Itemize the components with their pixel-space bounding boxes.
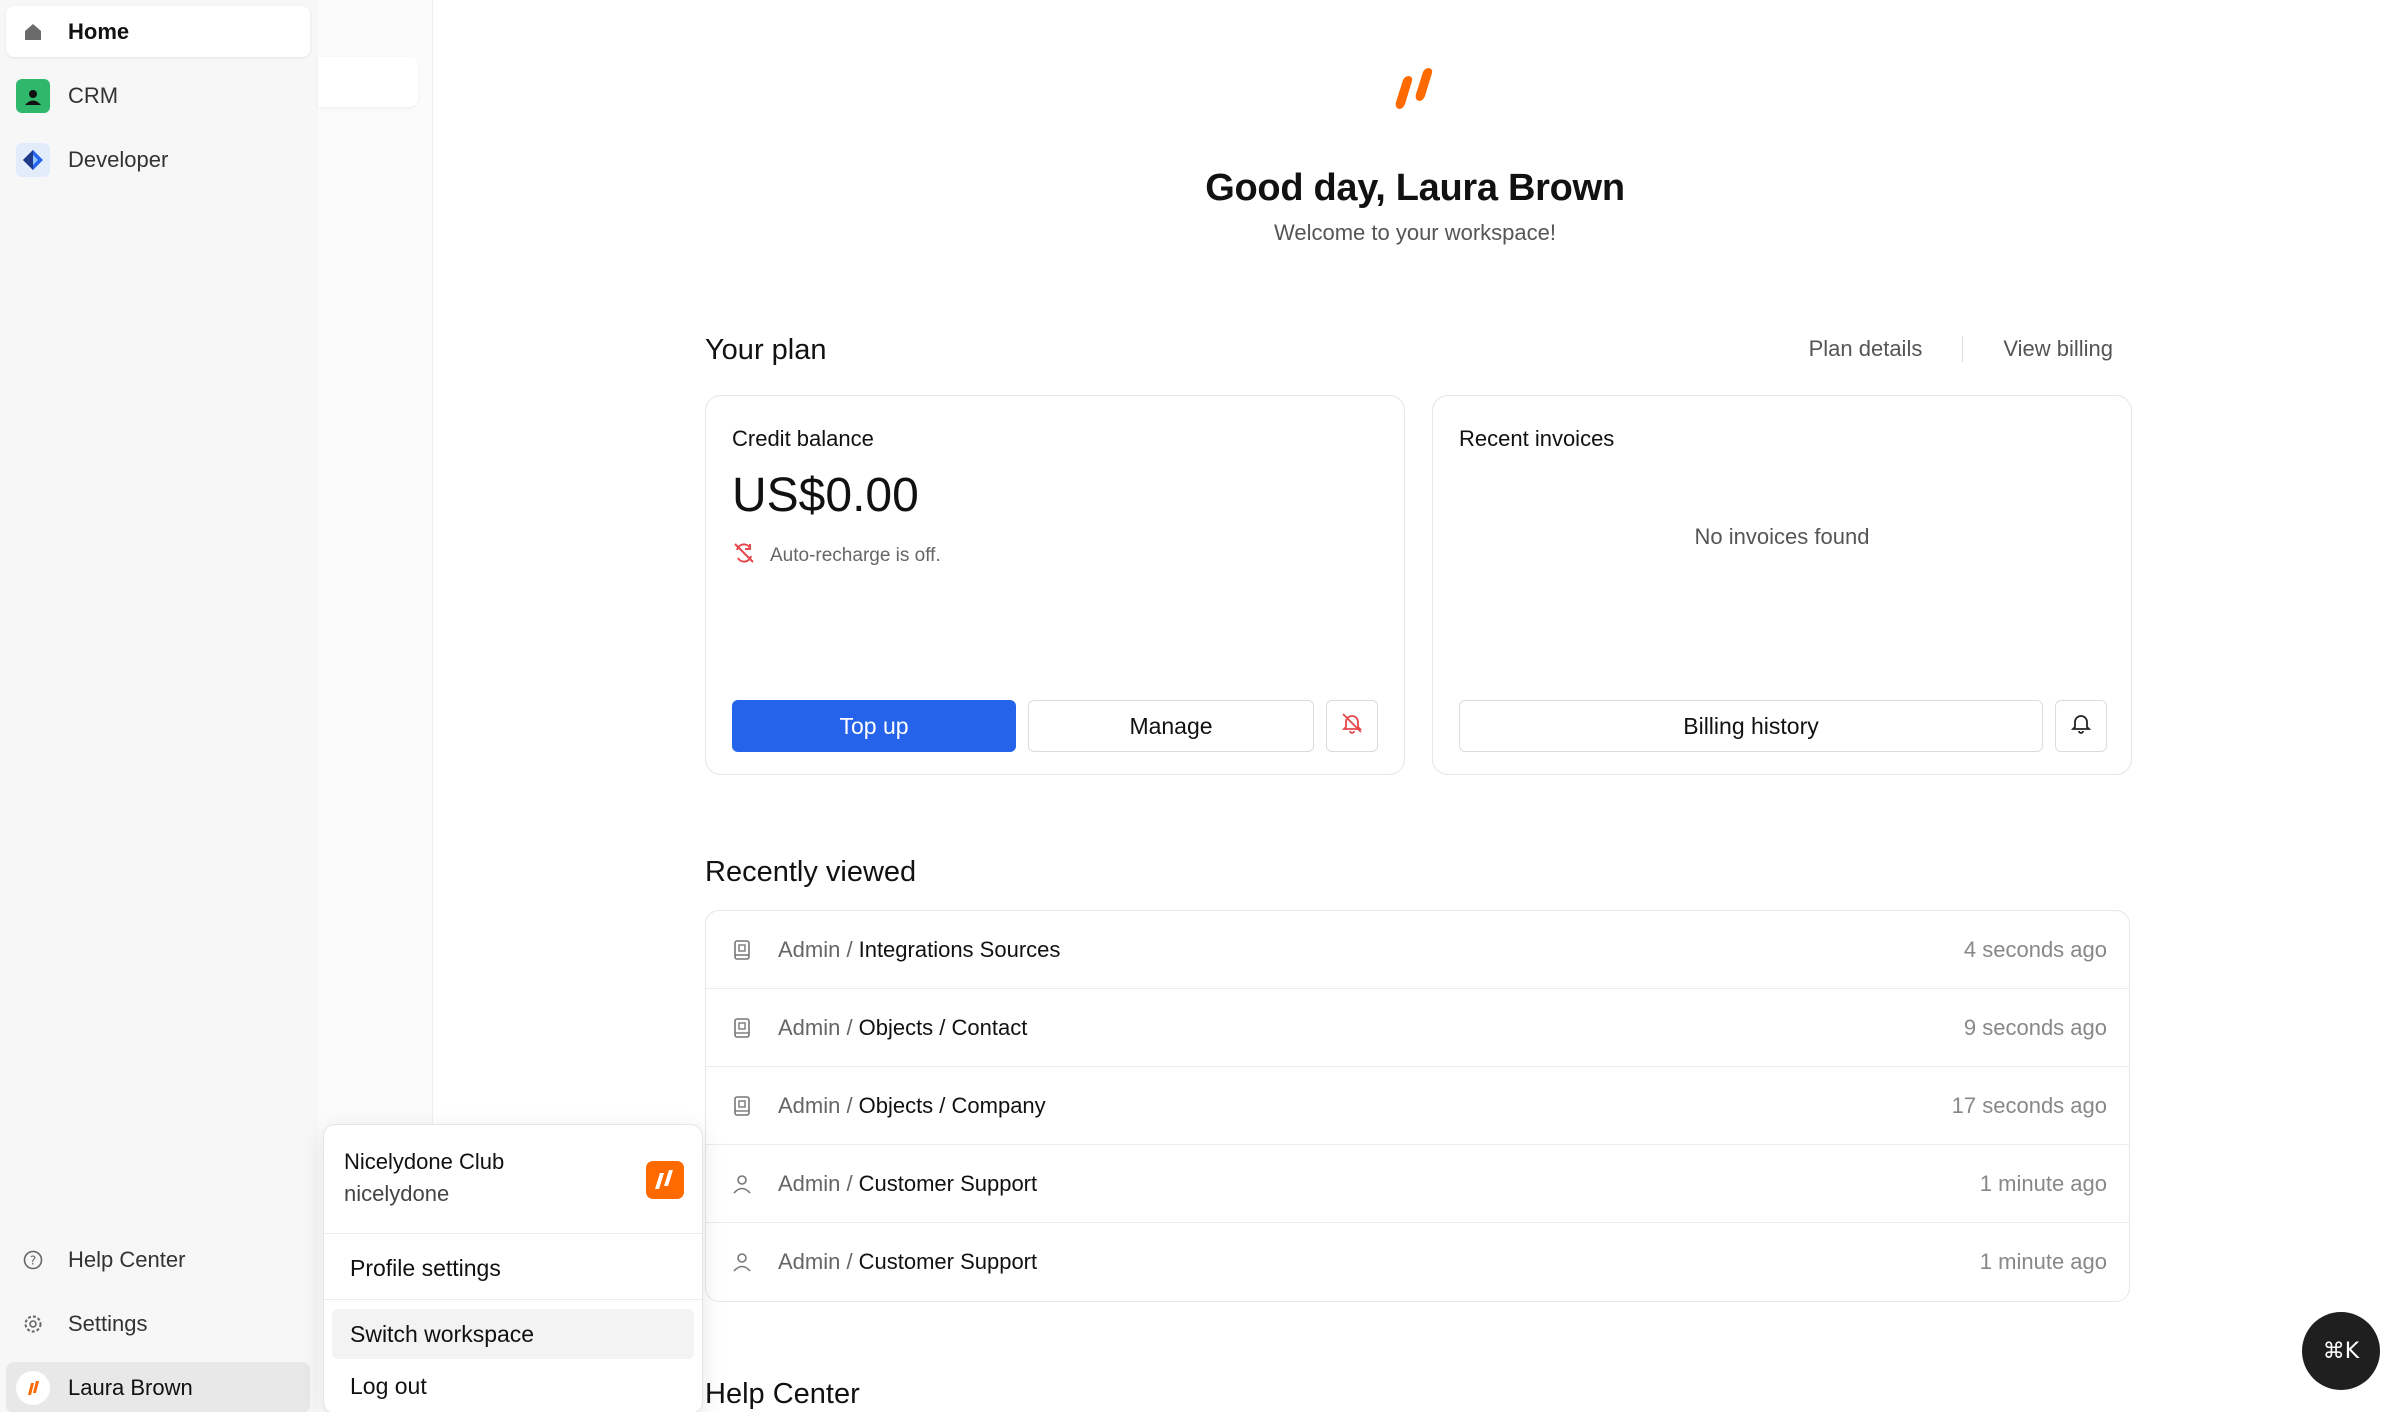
book-icon bbox=[730, 1095, 754, 1117]
book-icon bbox=[730, 1017, 754, 1039]
list-item-crumb: Admin / bbox=[778, 1092, 853, 1118]
svg-text:?: ? bbox=[30, 1253, 36, 1267]
home-icon bbox=[16, 15, 50, 49]
switch-workspace-item[interactable]: Switch workspace bbox=[332, 1309, 694, 1359]
list-item[interactable]: Admin / Objects / Company 17 seconds ago bbox=[706, 1067, 2129, 1145]
sidebar-item-label: Home bbox=[68, 18, 130, 44]
divider bbox=[324, 1233, 702, 1234]
list-item-crumb: Admin / bbox=[778, 1014, 853, 1040]
workspace-name: Nicelydone Club bbox=[344, 1149, 505, 1174]
plan-details-link[interactable]: Plan details bbox=[1809, 336, 1923, 362]
help-circle-icon: ? bbox=[16, 1243, 50, 1277]
list-item-time: 1 minute ago bbox=[1979, 1170, 2107, 1196]
plan-links: Plan details View billing bbox=[1809, 336, 2113, 362]
credit-amount: US$0.00 bbox=[732, 469, 919, 522]
command-palette-button[interactable]: ⌘K bbox=[2302, 1312, 2380, 1390]
list-item-time: 17 seconds ago bbox=[1951, 1092, 2107, 1118]
list-item-crumb: Admin / bbox=[778, 1249, 853, 1274]
log-out-item[interactable]: Log out bbox=[332, 1361, 694, 1411]
sidebar-item-user[interactable]: Laura Brown bbox=[6, 1362, 310, 1412]
list-item-crumb: Admin / bbox=[778, 1170, 853, 1196]
user-icon bbox=[730, 1251, 754, 1273]
profile-settings-item[interactable]: Profile settings bbox=[332, 1243, 694, 1293]
gear-icon bbox=[16, 1307, 50, 1341]
sidebar: Home CRM Developer ? Help Center Setting… bbox=[0, 0, 318, 1412]
bell-off-icon bbox=[1340, 711, 1364, 741]
top-up-button[interactable]: Top up bbox=[732, 700, 1016, 752]
crm-icon bbox=[16, 78, 50, 113]
billing-history-button[interactable]: Billing history bbox=[1459, 700, 2043, 752]
recently-viewed-list: Admin / Integrations Sources 4 seconds a… bbox=[705, 910, 2130, 1302]
list-item-crumb: Admin / bbox=[778, 936, 853, 962]
plan-section-title: Your plan bbox=[705, 334, 827, 366]
recent-invoices-card: Recent invoices No invoices found Billin… bbox=[1432, 395, 2132, 775]
page-subtitle: Welcome to your workspace! bbox=[1273, 220, 1557, 245]
auto-recharge-text: Auto-recharge is off. bbox=[770, 545, 941, 566]
list-item[interactable]: Admin / Objects / Contact 9 seconds ago bbox=[706, 989, 2129, 1067]
list-item-name: Objects / Contact bbox=[858, 1014, 1028, 1040]
list-item-name: Customer Support bbox=[858, 1170, 1038, 1196]
manage-button[interactable]: Manage bbox=[1028, 700, 1314, 752]
sidebar-item-settings[interactable]: Settings bbox=[6, 1298, 310, 1349]
auto-recharge-status: Auto-recharge is off. bbox=[732, 541, 941, 571]
list-item-name: Integrations Sources bbox=[858, 936, 1061, 962]
list-item-time: 9 seconds ago bbox=[1963, 1014, 2107, 1040]
user-icon bbox=[730, 1173, 754, 1195]
view-billing-link[interactable]: View billing bbox=[2003, 336, 2113, 362]
notifications-off-button[interactable] bbox=[1326, 700, 1378, 752]
workspace-slug: nicelydone bbox=[344, 1181, 450, 1206]
help-center-title: Help Center bbox=[705, 1378, 860, 1410]
card-title: Credit balance bbox=[732, 426, 874, 451]
sidebar-item-label: Laura Brown bbox=[68, 1374, 193, 1400]
sidebar-item-label: CRM bbox=[68, 82, 119, 108]
list-item-name: Customer Support bbox=[858, 1249, 1038, 1274]
notifications-button[interactable] bbox=[2055, 700, 2107, 752]
sidebar-item-crm[interactable]: CRM bbox=[6, 70, 310, 121]
bell-icon bbox=[2069, 711, 2093, 741]
workspace-logo-icon bbox=[16, 1370, 50, 1405]
list-item-name: Objects / Company bbox=[858, 1092, 1046, 1118]
secondary-panel-item[interactable] bbox=[318, 57, 418, 107]
sidebar-item-label: Settings bbox=[68, 1310, 148, 1336]
card-title: Recent invoices bbox=[1459, 426, 1615, 451]
book-icon bbox=[730, 939, 754, 961]
divider bbox=[324, 1299, 702, 1300]
list-item[interactable]: Admin / Customer Support 1 minute ago bbox=[706, 1145, 2129, 1223]
divider bbox=[1962, 336, 1964, 362]
list-item[interactable]: Admin / Customer Support 1 minute ago bbox=[706, 1223, 2129, 1301]
credit-balance-card: Credit balance US$0.00 Auto-recharge is … bbox=[705, 395, 1405, 775]
app-logo bbox=[1393, 66, 1441, 117]
recently-viewed-title: Recently viewed bbox=[705, 856, 917, 888]
page-title: Good day, Laura Brown bbox=[1205, 167, 1625, 209]
user-menu-popup: Nicelydone Club nicelydone Profile setti… bbox=[323, 1124, 703, 1412]
list-item-time: 4 seconds ago bbox=[1963, 936, 2107, 962]
sidebar-item-help-center[interactable]: ? Help Center bbox=[6, 1234, 310, 1285]
sidebar-item-label: Help Center bbox=[68, 1246, 186, 1272]
list-item[interactable]: Admin / Integrations Sources 4 seconds a… bbox=[706, 911, 2129, 989]
list-item-time: 1 minute ago bbox=[1979, 1249, 2107, 1274]
workspace-logo-icon bbox=[646, 1161, 684, 1199]
sidebar-item-home[interactable]: Home bbox=[6, 6, 310, 57]
recharge-off-icon bbox=[732, 541, 756, 571]
empty-state-text: No invoices found bbox=[1694, 524, 1870, 549]
